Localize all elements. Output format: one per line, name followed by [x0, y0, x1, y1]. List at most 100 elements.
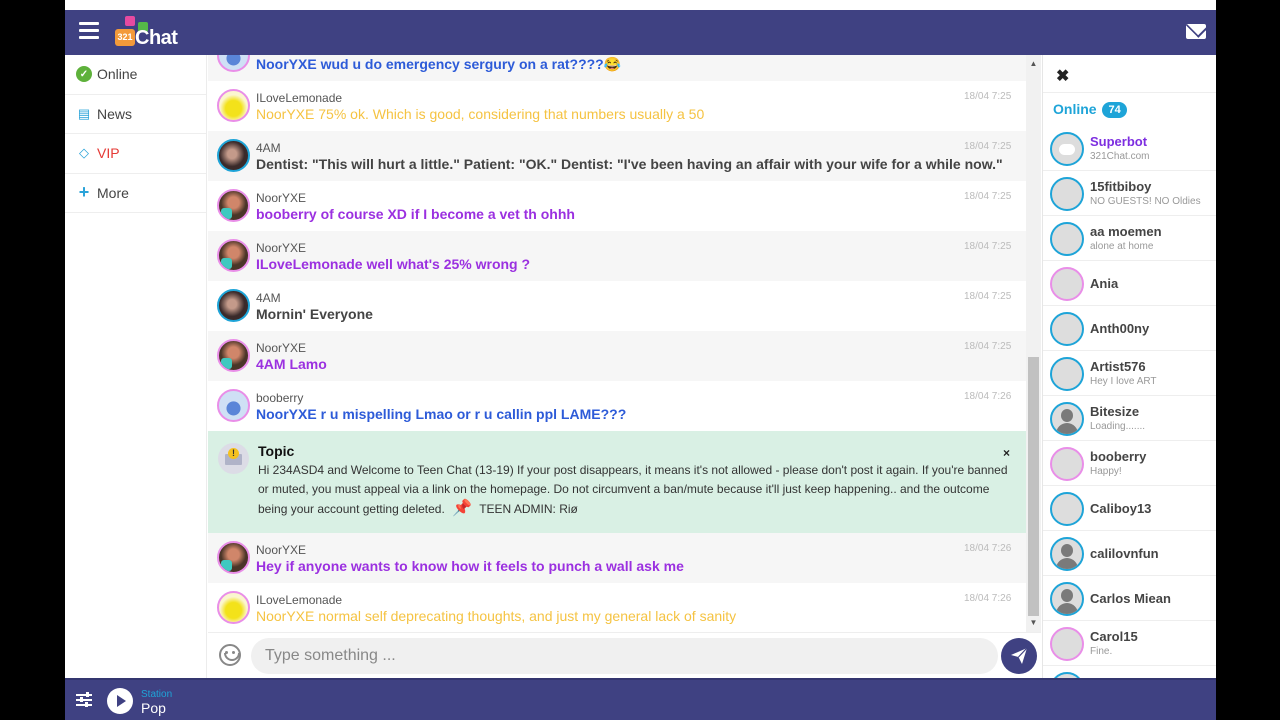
message-username[interactable]: ILoveLemonade: [256, 91, 342, 105]
user-avatar[interactable]: [217, 389, 250, 422]
user-avatar[interactable]: [217, 89, 250, 122]
chat-scrollbar[interactable]: ▲ ▼: [1026, 55, 1041, 632]
user-avatar: [1050, 312, 1084, 346]
chat-message: 4AM Mornin' Everyone 18/04 7:25: [208, 281, 1026, 331]
user-avatar: [1050, 222, 1084, 256]
sidebar-item-news[interactable]: ▤ News: [65, 95, 206, 134]
message-text: NoorYXE 75% ok. Which is good, consideri…: [256, 106, 705, 122]
user-name: Carlos Miean: [1090, 591, 1171, 606]
message-username[interactable]: NoorYXE: [256, 341, 306, 355]
user-avatar[interactable]: [217, 541, 250, 574]
topic-close-button[interactable]: ×: [1003, 444, 1010, 463]
user-avatar[interactable]: [217, 139, 250, 172]
message-username[interactable]: booberry: [256, 391, 303, 405]
user-avatar: [1050, 447, 1084, 481]
logo-badge: 321: [115, 29, 135, 46]
user-avatar[interactable]: [217, 339, 250, 372]
user-list-item-partial[interactable]: [1043, 666, 1216, 678]
online-label: Online: [1053, 101, 1097, 117]
user-avatar[interactable]: [217, 55, 250, 72]
sidebar-item-more[interactable]: + More: [65, 174, 206, 213]
users-panel: ✖ Online 74 Superbot 321Chat.com 15fitbi…: [1042, 55, 1216, 678]
envelope-icon[interactable]: [1186, 24, 1206, 39]
user-name: 15fitbiboy: [1090, 179, 1152, 194]
user-name: calilovnfun: [1090, 546, 1159, 561]
chat-message: NoorYXE Hey if anyone wants to know how …: [208, 533, 1026, 583]
topic-body: Hi 234ASD4 and Welcome to Teen Chat (13-…: [258, 461, 1012, 519]
user-list-item[interactable]: Caliboy13: [1043, 486, 1216, 531]
hamburger-icon: [79, 22, 99, 25]
user-avatar[interactable]: [217, 239, 250, 272]
message-username[interactable]: ILoveLemonade: [256, 593, 342, 607]
slider-knob: [80, 697, 83, 702]
logo[interactable]: 321 Chat: [115, 15, 195, 51]
sidebar-item-label: News: [97, 105, 133, 122]
online-header: Online 74: [1053, 101, 1127, 118]
sidebar-item-vip[interactable]: ◇ VIP: [65, 134, 206, 174]
user-avatar[interactable]: [217, 189, 250, 222]
hamburger-icon-line: [79, 36, 99, 39]
equalizer-settings-icon[interactable]: [76, 692, 92, 708]
message-text: Hey if anyone wants to know how it feels…: [256, 558, 684, 574]
user-avatar[interactable]: [217, 591, 250, 624]
default-avatar-icon: [1050, 537, 1084, 571]
user-name: Caliboy13: [1090, 501, 1152, 516]
user-avatar[interactable]: [217, 289, 250, 322]
message-username[interactable]: NoorYXE: [256, 543, 306, 557]
message-composer: [208, 632, 1041, 678]
message-input[interactable]: [251, 638, 998, 674]
message-username[interactable]: NoorYXE: [256, 191, 306, 205]
play-button[interactable]: [107, 688, 133, 714]
emoji-smiley-icon[interactable]: [219, 644, 241, 666]
left-sidebar: ✓ Online ▤ News ◇ VIP + More: [65, 55, 207, 678]
user-list-item[interactable]: Carlos Miean: [1043, 576, 1216, 621]
user-list-item[interactable]: Ania: [1043, 261, 1216, 306]
user-list-item[interactable]: aa moemen alone at home: [1043, 216, 1216, 261]
newspaper-icon: ▤: [77, 105, 91, 121]
warning-badge: !: [228, 448, 239, 459]
user-name: booberry: [1090, 449, 1147, 464]
user-mood: alone at home: [1090, 241, 1154, 252]
plus-icon: +: [78, 182, 90, 203]
hamburger-icon-line: [79, 29, 99, 32]
user-mood: Happy!: [1090, 466, 1122, 477]
chat-message: ILoveLemonade NoorYXE 75% ok. Which is g…: [208, 81, 1026, 131]
message-text: Mornin' Everyone: [256, 306, 373, 322]
chat-message: booberry NoorYXE r u mispelling Lmao or …: [208, 381, 1026, 431]
close-panel-icon[interactable]: ✖: [1056, 66, 1069, 86]
station-name[interactable]: Pop: [141, 700, 166, 716]
user-list-item[interactable]: Carol15 Fine.: [1043, 621, 1216, 666]
scroll-down-arrow-icon[interactable]: ▼: [1026, 616, 1041, 630]
chat-message: NoorYXE 4AM Lamo 18/04 7:25: [208, 331, 1026, 381]
topic-title: Topic: [258, 443, 295, 459]
message-timestamp: 18/04 7:25: [964, 291, 1012, 302]
user-list-item[interactable]: Artist576 Hey I love ART: [1043, 351, 1216, 396]
user-list-item[interactable]: Bitesize Loading.......: [1043, 396, 1216, 441]
send-button[interactable]: [1001, 638, 1037, 674]
topic-signature: TEEN ADMIN: Riø: [479, 502, 578, 516]
chat-message: NoorYXE booberry of course XD if I becom…: [208, 181, 1026, 231]
message-username[interactable]: 4AM: [256, 291, 281, 305]
message-timestamp: 18/04 7:26: [964, 543, 1012, 554]
message-username[interactable]: 4AM: [256, 141, 281, 155]
user-list-item[interactable]: 15fitbiboy NO GUESTS! NO Oldies: [1043, 171, 1216, 216]
hamburger-menu-button[interactable]: [79, 22, 99, 40]
warning-envelope-icon: !: [218, 443, 249, 474]
slider-knob: [85, 702, 88, 707]
scrollbar-thumb[interactable]: [1028, 357, 1039, 616]
user-list-item[interactable]: Anth00ny: [1043, 306, 1216, 351]
user-list-item[interactable]: calilovnfun: [1043, 531, 1216, 576]
message-text: NoorYXE normal self deprecating thoughts…: [256, 608, 737, 624]
slider-line: [76, 694, 92, 696]
message-text: ILoveLemonade well what's 25% wrong ?: [256, 256, 531, 272]
topic-text: Hi 234ASD4 and Welcome to Teen Chat (13-…: [258, 463, 1008, 516]
paper-plane-icon: [1011, 647, 1028, 664]
message-username[interactable]: NoorYXE: [256, 241, 306, 255]
user-list-item[interactable]: Superbot 321Chat.com: [1043, 126, 1216, 171]
user-name: Ania: [1090, 276, 1119, 291]
logo-bubble-pink: [125, 16, 135, 26]
user-list-item[interactable]: booberry Happy!: [1043, 441, 1216, 486]
sidebar-item-online[interactable]: ✓ Online: [65, 55, 206, 95]
scroll-up-arrow-icon[interactable]: ▲: [1026, 57, 1041, 71]
chat-message: NoorYXE wud u do emergency sergury on a …: [208, 55, 1026, 81]
